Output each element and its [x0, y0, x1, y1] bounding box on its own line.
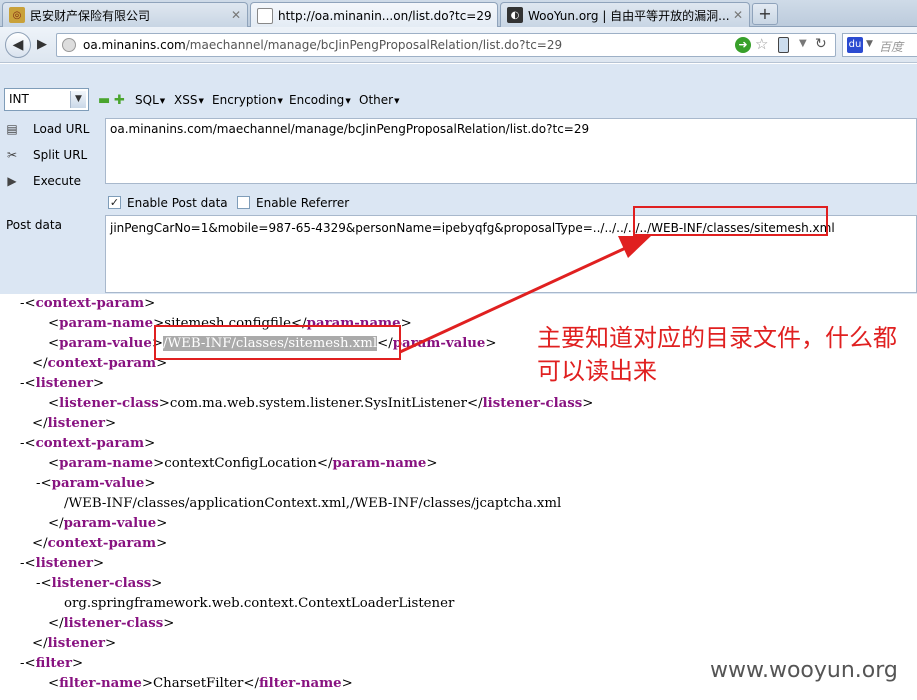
annotation-text: 主要知道对应的目录文件，什么都可以读出来	[537, 324, 897, 385]
arrow-head	[618, 236, 651, 258]
watermark: www.wooyun.org	[710, 658, 898, 683]
